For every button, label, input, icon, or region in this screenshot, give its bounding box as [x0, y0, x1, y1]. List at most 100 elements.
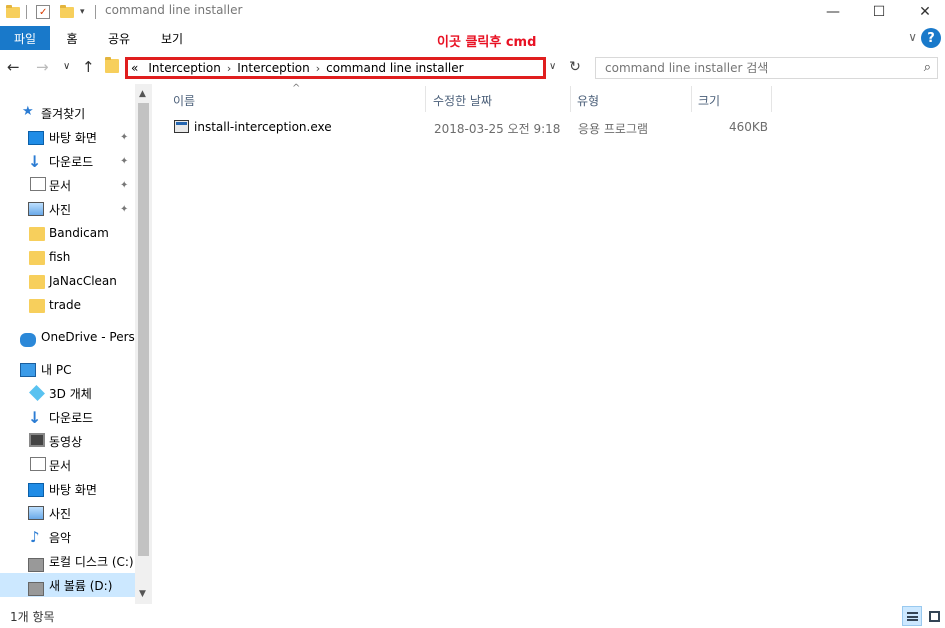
tab-share[interactable]: 공유	[100, 26, 138, 50]
breadcrumb-interception-1[interactable]: Interception	[148, 61, 221, 75]
tab-view[interactable]: 보기	[152, 26, 192, 50]
navigation-bar: ← → ∨ ↑ « Interception › Interception › …	[0, 52, 945, 84]
breadcrumb-separator[interactable]: ›	[316, 62, 320, 75]
maximize-button[interactable]: ☐	[856, 0, 902, 24]
pin-icon: ✦	[120, 179, 129, 191]
sidebar-item-pictures[interactable]: 사진 ✦	[0, 197, 135, 221]
sidebar-item-label: 내 PC	[41, 362, 72, 377]
sidebar-item-downloads[interactable]: ↓ 다운로드 ✦	[0, 149, 135, 173]
expand-ribbon-icon[interactable]: ∨	[908, 30, 917, 44]
sidebar-item-new-volume-d[interactable]: 새 볼륨 (D:)	[0, 573, 135, 597]
sidebar-item-label: 로컬 디스크 (C:)	[49, 554, 134, 569]
breadcrumb-interception-2[interactable]: Interception	[237, 61, 310, 75]
file-row[interactable]: install-interception.exe 2018-03-25 오전 9…	[172, 116, 772, 138]
properties-icon[interactable]: ✓	[36, 4, 50, 20]
music-icon: ♪	[30, 528, 40, 546]
sidebar-item-documents[interactable]: 문서 ✦	[0, 173, 135, 197]
tab-file[interactable]: 파일	[0, 26, 50, 50]
new-folder-icon[interactable]	[60, 4, 74, 20]
breadcrumb-command-line-installer[interactable]: command line installer	[326, 61, 463, 75]
sidebar-item-music[interactable]: ♪ 음악	[0, 525, 135, 549]
scroll-down-icon[interactable]: ▼	[139, 589, 146, 599]
sidebar-item-label: 문서	[49, 178, 72, 193]
sidebar-item-janacclean[interactable]: JaNacClean	[0, 269, 135, 293]
address-bar[interactable]: « Interception › Interception › command …	[125, 57, 546, 79]
pin-icon: ✦	[120, 131, 129, 143]
column-separator[interactable]	[771, 86, 772, 112]
scrollbar-thumb[interactable]	[138, 103, 149, 556]
computer-icon	[20, 363, 36, 377]
sidebar-item-videos[interactable]: 동영상	[0, 429, 135, 453]
search-box[interactable]: ⌕	[595, 57, 938, 79]
column-header-modified[interactable]: 수정한 날짜	[433, 88, 563, 112]
search-icon[interactable]: ⌕	[924, 60, 931, 75]
sidebar-item-label: Bandicam	[49, 226, 109, 240]
application-icon	[174, 120, 189, 133]
folder-icon	[29, 251, 45, 265]
column-separator[interactable]	[691, 86, 692, 112]
column-separator[interactable]	[425, 86, 426, 112]
sidebar-item-label: 음악	[49, 530, 72, 545]
sidebar-item-label: JaNacClean	[49, 274, 117, 288]
sidebar-item-label: 다운로드	[49, 154, 94, 169]
breadcrumb-separator[interactable]: ›	[227, 62, 231, 75]
recent-locations-button[interactable]: ∨	[63, 61, 70, 72]
forward-button[interactable]: →	[36, 58, 49, 76]
title-bar: ✓ ▾ command line installer — ☐ ✕	[0, 0, 945, 24]
sidebar-item-3d-objects[interactable]: 3D 개체	[0, 381, 135, 405]
star-icon: ★	[22, 104, 34, 119]
sidebar-item-label: 문서	[49, 458, 72, 473]
sidebar-item-trade[interactable]: trade	[0, 293, 135, 317]
folder-icon	[6, 4, 20, 20]
address-dropdown-icon[interactable]: ∨	[549, 61, 556, 72]
refresh-button[interactable]: ↻	[566, 58, 584, 76]
sidebar-item-pc-pictures[interactable]: 사진	[0, 501, 135, 525]
pictures-icon	[28, 506, 44, 520]
sidebar-item-pc-desktop[interactable]: 바탕 화면	[0, 477, 135, 501]
scroll-up-icon[interactable]: ▲	[139, 89, 146, 99]
folder-icon	[29, 299, 45, 313]
onedrive-icon	[20, 333, 36, 347]
sidebar-item-label: 3D 개체	[49, 386, 92, 401]
sidebar-item-bandicam[interactable]: Bandicam	[0, 221, 135, 245]
video-icon	[29, 433, 45, 447]
sidebar-item-desktop[interactable]: 바탕 화면 ✦	[0, 125, 135, 149]
up-button[interactable]: ↑	[82, 58, 95, 76]
back-button[interactable]: ←	[7, 58, 20, 76]
column-header-size[interactable]: 크기	[698, 88, 768, 112]
separator	[26, 4, 27, 20]
column-header-type[interactable]: 유형	[577, 88, 687, 112]
folder-icon	[29, 227, 45, 241]
document-icon	[30, 457, 46, 471]
sidebar-item-this-pc[interactable]: 내 PC	[0, 357, 135, 381]
details-view-button[interactable]	[902, 606, 922, 626]
help-icon[interactable]: ?	[921, 28, 941, 48]
tab-home[interactable]: 홈	[56, 26, 88, 50]
download-icon: ↓	[28, 152, 42, 171]
file-size: 460KB	[729, 120, 769, 134]
customize-quick-access-icon[interactable]: ▾	[80, 4, 85, 20]
overflow-chevron[interactable]: «	[131, 61, 138, 75]
sidebar-item-pc-downloads[interactable]: ↓ 다운로드	[0, 405, 135, 429]
column-separator[interactable]	[570, 86, 571, 112]
sidebar-item-onedrive[interactable]: OneDrive - Perso	[0, 325, 142, 349]
search-input[interactable]	[605, 61, 905, 75]
sidebar-item-label: 새 볼륨 (D:)	[49, 578, 113, 593]
large-icons-view-icon	[929, 611, 940, 622]
sidebar-item-label: trade	[49, 298, 81, 312]
column-header-name[interactable]: 이름	[173, 88, 423, 112]
pictures-icon	[28, 202, 44, 216]
pin-icon: ✦	[120, 155, 129, 167]
large-icons-view-button[interactable]	[924, 606, 944, 626]
sidebar-item-pc-documents[interactable]: 문서	[0, 453, 135, 477]
3d-objects-icon	[29, 385, 45, 401]
minimize-button[interactable]: —	[810, 0, 856, 24]
separator	[95, 4, 96, 20]
sidebar-item-fish[interactable]: fish	[0, 245, 135, 269]
drive-icon	[28, 582, 44, 596]
close-button[interactable]: ✕	[902, 0, 945, 24]
status-bar: 1개 항목	[0, 604, 945, 628]
annotation-text: 이곳 클릭후 cmd	[437, 35, 537, 50]
sidebar-item-quick-access[interactable]: ★ 즐겨찾기	[0, 101, 135, 125]
sidebar-item-local-disk-c[interactable]: 로컬 디스크 (C:)	[0, 549, 135, 573]
